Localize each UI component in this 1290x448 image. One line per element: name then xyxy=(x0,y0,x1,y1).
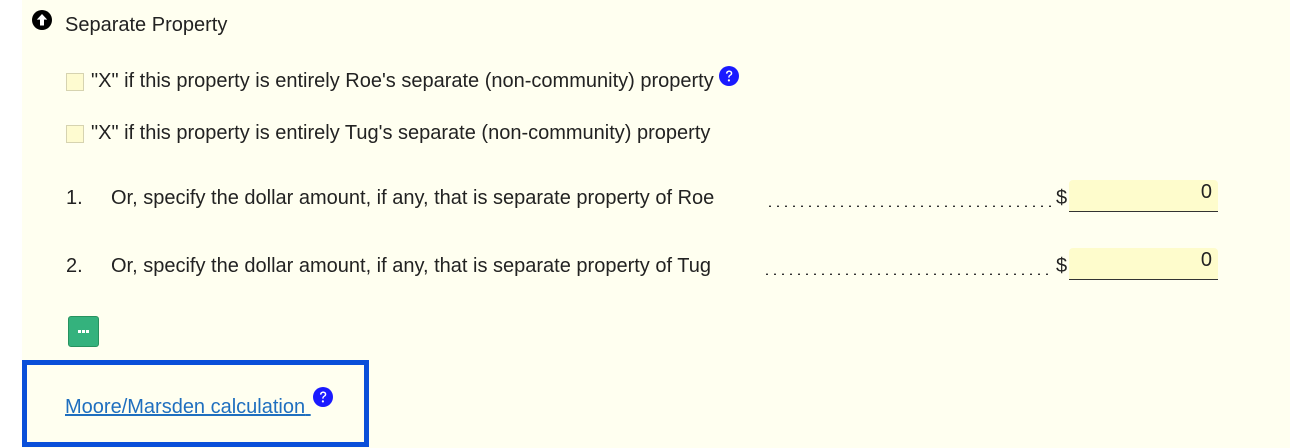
tug-separate-checkbox-row: "X" if this property is entirely Tug's s… xyxy=(66,122,710,145)
dot-leader xyxy=(766,205,1054,207)
moore-marsden-calculation-link[interactable]: Moore/Marsden calculation xyxy=(65,396,305,418)
line-number: 1. xyxy=(66,187,83,209)
help-circle-icon[interactable] xyxy=(718,65,739,86)
tug-separate-amount-input[interactable] xyxy=(1069,248,1218,280)
roe-separate-checkbox-label: "X" if this property is entirely Roe's s… xyxy=(91,70,714,92)
tug-separate-checkbox[interactable] xyxy=(66,124,84,143)
currency-symbol: $ xyxy=(1056,255,1068,277)
dot-leader xyxy=(763,273,1054,275)
currency-symbol: $ xyxy=(1056,187,1068,209)
roe-separate-checkbox-row: "X" if this property is entirely Roe's s… xyxy=(66,65,739,93)
line-description: Or, specify the dollar amount, if any, t… xyxy=(111,187,715,209)
line-1-roe-amount-row: 1. Or, specify the dollar amount, if any… xyxy=(66,180,1218,214)
arrow-up-circle-icon[interactable] xyxy=(32,10,52,30)
line-2-tug-amount-row: 2. Or, specify the dollar amount, if any… xyxy=(66,248,1218,282)
section-header xyxy=(32,10,52,30)
line-description: Or, specify the dollar amount, if any, t… xyxy=(111,255,711,277)
section-title: Separate Property xyxy=(65,14,228,36)
more-options-button[interactable] xyxy=(68,316,99,347)
more-dots-icon xyxy=(78,330,89,333)
help-circle-icon[interactable] xyxy=(312,387,333,407)
roe-separate-checkbox[interactable] xyxy=(66,72,84,91)
line-number: 2. xyxy=(66,255,83,277)
roe-separate-amount-input[interactable] xyxy=(1069,180,1218,212)
tug-separate-checkbox-label: "X" if this property is entirely Tug's s… xyxy=(91,122,711,144)
moore-marsden-calculation-row: Moore/Marsden calculation xyxy=(65,387,333,419)
